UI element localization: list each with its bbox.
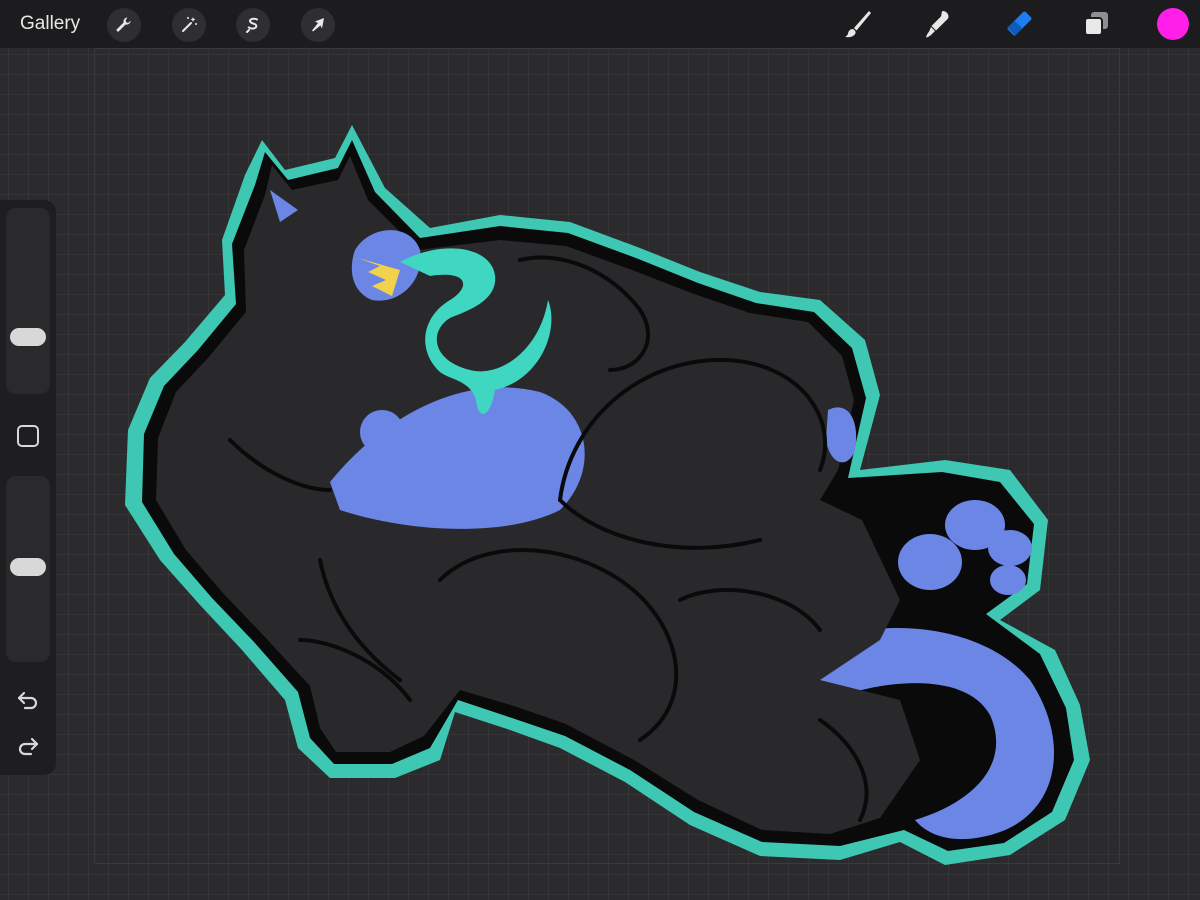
opacity-slider[interactable]: [6, 476, 50, 662]
top-toolbar: Gallery: [0, 0, 1200, 48]
opacity-thumb[interactable]: [10, 558, 46, 576]
layers-button[interactable]: [1078, 6, 1114, 42]
modifier-button[interactable]: [17, 425, 39, 447]
undo-button[interactable]: [14, 687, 42, 713]
color-picker-button[interactable]: [1157, 8, 1189, 40]
left-sidebar: [0, 200, 56, 775]
transform-button[interactable]: [301, 8, 335, 42]
redo-icon: [18, 737, 39, 756]
eraser-icon: [1007, 11, 1032, 36]
gallery-button[interactable]: Gallery: [20, 12, 80, 36]
selection-button[interactable]: [236, 8, 270, 42]
undo-icon: [17, 691, 38, 710]
brush-button[interactable]: [840, 6, 876, 42]
brush-icon: [845, 11, 871, 38]
redo-button[interactable]: [14, 733, 42, 759]
drawing-canvas[interactable]: [0, 48, 1200, 900]
selection-icon: [246, 17, 258, 33]
adjustments-button[interactable]: [172, 8, 206, 42]
brush-size-thumb[interactable]: [10, 328, 46, 346]
smudge-button[interactable]: [920, 6, 956, 42]
smudge-icon: [926, 11, 949, 38]
actions-button[interactable]: [107, 8, 141, 42]
wrench-icon: [116, 17, 131, 32]
brush-size-slider[interactable]: [6, 208, 50, 394]
magic-wand-icon: [182, 17, 197, 32]
layers-icon: [1084, 12, 1108, 36]
eraser-button[interactable]: [1000, 6, 1036, 42]
transform-icon: [312, 18, 324, 32]
